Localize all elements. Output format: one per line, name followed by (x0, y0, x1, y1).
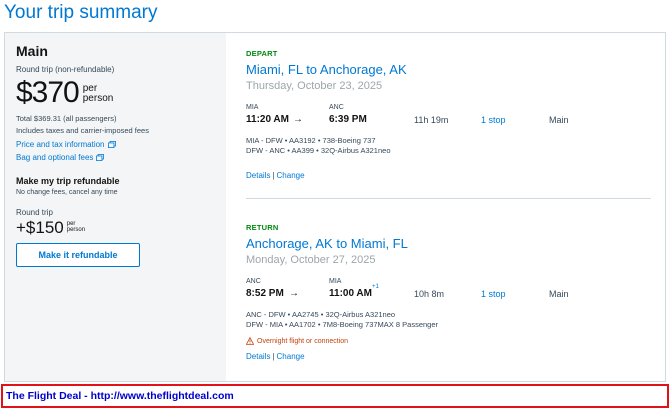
duration: 10h 8m (414, 289, 445, 299)
price-tax-link[interactable]: Price and tax information (16, 140, 105, 149)
fare-name: Main (16, 43, 48, 59)
destination-code: ANC (329, 104, 344, 111)
bag-fees-link-row[interactable]: Bag and optional fees (16, 153, 215, 162)
duration: 11h 19m (414, 115, 449, 125)
segment-2: DFW - ANC • AA399 • 32Q-Airbus A321neo (246, 146, 391, 155)
next-day-badge: +1 (372, 284, 379, 290)
refund-price: +$150 (16, 218, 64, 237)
footer-text[interactable]: The Flight Deal - http://www.theflightde… (6, 390, 234, 402)
make-refundable-button[interactable]: Make it refundable (16, 243, 140, 267)
segment-1: ANC - DFW • AA2745 • 32Q-Airbus A321neo (246, 310, 396, 319)
price-person-label: person (82, 93, 114, 104)
depart-time: 8:52 PM (246, 288, 284, 299)
destination-code: MIA (329, 278, 342, 285)
price-per-person: per person (83, 84, 114, 104)
leg-links: Details | Change (246, 171, 651, 180)
cabin: Main (549, 289, 569, 299)
includes-note: Includes taxes and carrier-imposed fees (16, 126, 149, 135)
leg-divider (246, 198, 651, 199)
arrow-right-icon: → (289, 288, 299, 299)
refund-title: Make my trip refundable (16, 176, 120, 186)
refund-price-row: +$150 per person (16, 219, 215, 237)
change-link[interactable]: Change (277, 171, 305, 180)
price-row: $370 per person (16, 78, 215, 108)
refund-per-person: per person (67, 221, 85, 233)
warning-icon (246, 337, 254, 345)
depart-leg: DEPART Miami, FL to Anchorage, AK Thursd… (246, 49, 651, 180)
leg-date: Thursday, October 23, 2025 (246, 80, 383, 92)
stops-link[interactable]: 1 stop (481, 289, 506, 299)
origin-code: ANC (246, 278, 261, 285)
link-separator: | (272, 171, 275, 180)
fare-summary-panel: Main Round trip (non-refundable) $370 pe… (5, 33, 226, 381)
stops-link[interactable]: 1 stop (481, 115, 506, 125)
overnight-warning: Overnight flight or connection (246, 337, 651, 345)
depart-time: 11:20 AM (246, 114, 289, 125)
arrow-right-icon: → (293, 114, 303, 125)
segment-1: MIA - DFW • AA3192 • 738-Boeing 737 (246, 136, 376, 145)
leg-route: Miami, FL to Anchorage, AK (246, 62, 407, 77)
flight-times: ANC MIA 8:52 PM → 11:00 AM +1 10h 8m 1 s… (246, 278, 651, 310)
cabin: Main (549, 115, 569, 125)
warning-text: Overnight flight or connection (257, 337, 349, 345)
refund-person-label: person (66, 227, 86, 233)
flight-times: MIA ANC 11:20 AM → 6:39 PM 11h 19m 1 sto… (246, 104, 651, 136)
price: $370 (16, 76, 80, 109)
external-link-icon (107, 141, 116, 148)
arrive-time: 6:39 PM (329, 114, 367, 125)
details-link[interactable]: Details (246, 171, 270, 180)
leg-label: DEPART (246, 49, 278, 58)
bag-fees-link[interactable]: Bag and optional fees (16, 153, 93, 162)
change-link[interactable]: Change (277, 352, 305, 361)
refund-round-trip-label: Round trip (16, 208, 53, 217)
leg-date: Monday, October 27, 2025 (246, 254, 376, 266)
details-link[interactable]: Details (246, 352, 270, 361)
segment-2: DFW - MIA • AA1702 • 7M8-Boeing 737MAX 8… (246, 320, 439, 329)
footer-banner: The Flight Deal - http://www.theflightde… (1, 384, 669, 408)
itinerary-panel: DEPART Miami, FL to Anchorage, AK Thursd… (226, 33, 665, 381)
external-link-icon (96, 154, 105, 161)
leg-label: RETURN (246, 223, 279, 232)
refund-subtitle: No change fees, cancel any time (16, 189, 118, 196)
link-separator: | (272, 352, 275, 361)
price-tax-link-row[interactable]: Price and tax information (16, 140, 215, 149)
fare-type: Round trip (non-refundable) (16, 65, 115, 74)
origin-code: MIA (246, 104, 259, 111)
leg-route: Anchorage, AK to Miami, FL (246, 236, 408, 251)
arrive-time: 11:00 AM (329, 288, 372, 299)
return-leg: RETURN Anchorage, AK to Miami, FL Monday… (246, 223, 651, 361)
leg-links: Details | Change (246, 352, 651, 361)
trip-summary-card: Main Round trip (non-refundable) $370 pe… (4, 32, 666, 382)
page-title: Your trip summary (4, 2, 158, 23)
total-price: Total $369.31 (all passengers) (16, 114, 117, 123)
